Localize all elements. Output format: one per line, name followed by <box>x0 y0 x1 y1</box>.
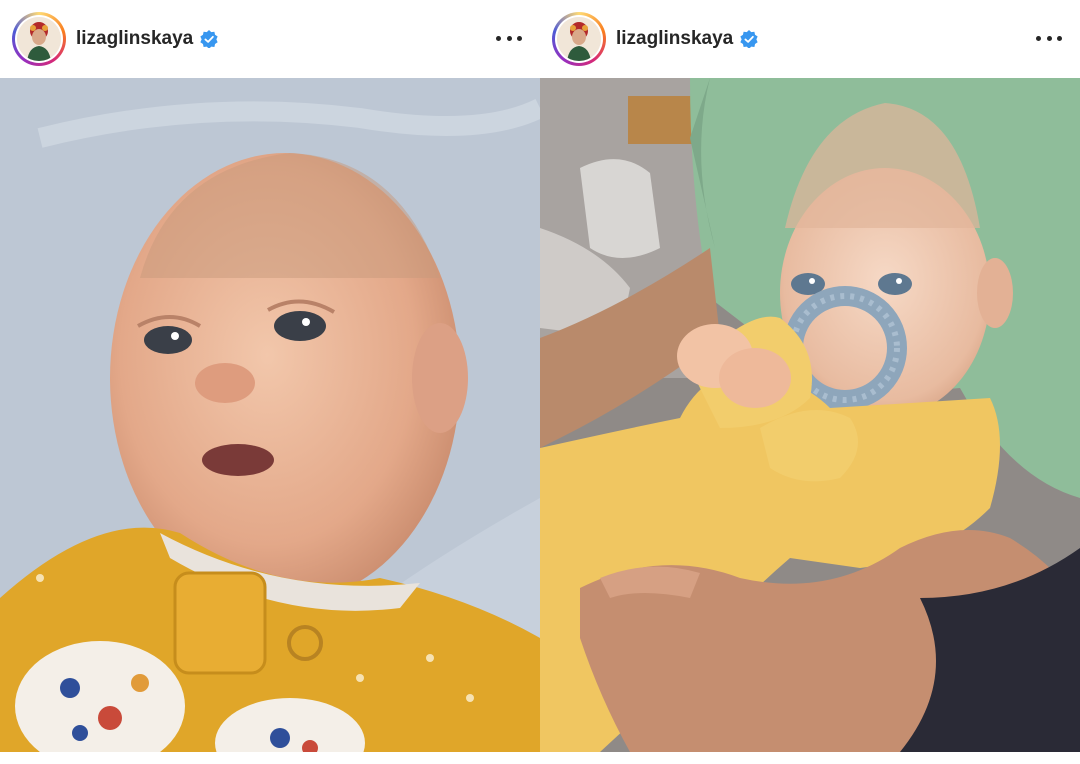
story-ring[interactable] <box>12 12 66 66</box>
profile-avatar[interactable] <box>557 17 601 61</box>
verified-badge-icon <box>740 30 758 48</box>
story-ring[interactable] <box>552 12 606 66</box>
more-options-icon[interactable] <box>1036 28 1062 48</box>
username[interactable]: lizaglinskaya <box>76 28 193 50</box>
more-options-icon[interactable] <box>496 28 522 48</box>
baby-holding-teether-ring-photo[interactable] <box>540 78 1080 752</box>
post-1: lizaglinskaya <box>0 0 540 764</box>
verified-badge-icon <box>200 30 218 48</box>
post-header: lizaglinskaya <box>540 0 1080 78</box>
username[interactable]: lizaglinskaya <box>616 28 733 50</box>
baby-lying-face-up-photo[interactable] <box>0 78 540 752</box>
post-feed: lizaglinskaya lizaglinskaya <box>0 0 1080 764</box>
profile-avatar[interactable] <box>17 17 61 61</box>
post-header: lizaglinskaya <box>0 0 540 78</box>
post-2: lizaglinskaya <box>540 0 1080 764</box>
